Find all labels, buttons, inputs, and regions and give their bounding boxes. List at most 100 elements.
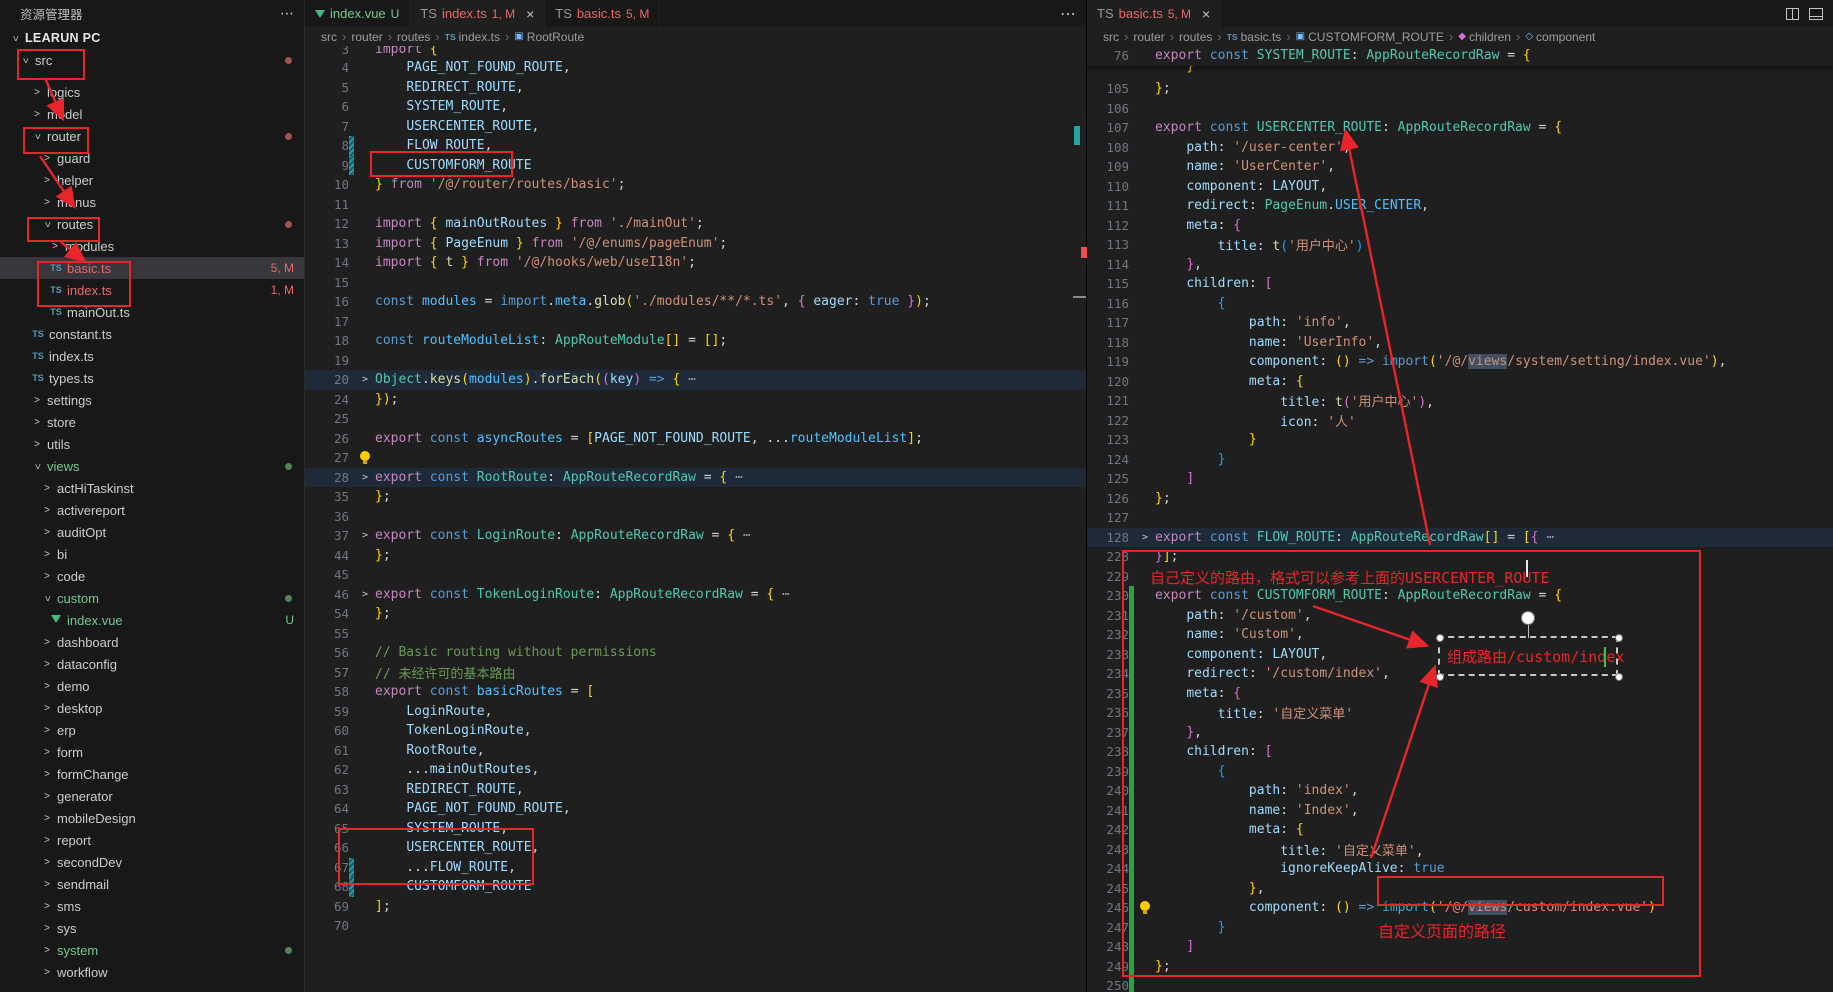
code-line-35[interactable]: 35};: [305, 487, 1086, 507]
sidebar-item-seconddev[interactable]: >secondDev: [0, 851, 304, 873]
code-line-10[interactable]: 10} from '/@/router/routes/basic';: [305, 175, 1086, 195]
code-line-107[interactable]: 107export const USERCENTER_ROUTE: AppRou…: [1087, 118, 1833, 138]
code-line-112[interactable]: 112 meta: {: [1087, 216, 1833, 236]
sidebar-item-erp[interactable]: >erp: [0, 719, 304, 741]
code-line-122[interactable]: 122 icon: '人': [1087, 411, 1833, 431]
code-line-26[interactable]: 26export const asyncRoutes = [PAGE_NOT_F…: [305, 429, 1086, 449]
sidebar-item-workflow[interactable]: >workflow: [0, 961, 304, 983]
editor-more-icon[interactable]: ⋯: [1060, 4, 1076, 24]
fold-icon[interactable]: >: [357, 472, 373, 483]
close-icon[interactable]: ×: [526, 6, 534, 22]
fold-icon[interactable]: >: [1137, 532, 1153, 543]
code-line-56[interactable]: 56// Basic routing without permissions: [305, 643, 1086, 663]
code-line-236[interactable]: 236 title: '自定义菜单': [1087, 703, 1833, 723]
code-line-67[interactable]: 67 ...FLOW_ROUTE,: [305, 858, 1086, 878]
code-line-116[interactable]: 116 {: [1087, 294, 1833, 314]
code-editor-index-ts[interactable]: 3import {4 PAGE_NOT_FOUND_ROUTE,5 REDIRE…: [305, 46, 1086, 936]
breadcrumb-item[interactable]: router: [351, 30, 382, 44]
code-line-68[interactable]: 68 CUSTOMFORM_ROUTE: [305, 877, 1086, 897]
code-line-58[interactable]: 58export const basicRoutes = [: [305, 682, 1086, 702]
code-line-124[interactable]: 124 }: [1087, 450, 1833, 470]
code-line-36[interactable]: 36: [305, 507, 1086, 527]
code-line-18[interactable]: 18const routeModuleList: AppRouteModule[…: [305, 331, 1086, 351]
code-line-117[interactable]: 117 path: 'info',: [1087, 313, 1833, 333]
sidebar-item-custom[interactable]: >custom: [0, 587, 304, 609]
breadcrumb-item[interactable]: src: [321, 30, 337, 44]
breadcrumb-item[interactable]: routes: [1179, 30, 1212, 44]
breadcrumb-item[interactable]: routes: [397, 30, 430, 44]
code-line-115[interactable]: 115 children: [: [1087, 274, 1833, 294]
fold-icon[interactable]: >: [357, 374, 373, 385]
sidebar-item-store[interactable]: >store: [0, 411, 304, 433]
code-line-119[interactable]: 119 component: () => import('/@/views/sy…: [1087, 352, 1833, 372]
sidebar-item-modules[interactable]: >modules: [0, 235, 304, 257]
lightbulb-icon[interactable]: [1140, 901, 1150, 911]
sidebar-item-code[interactable]: >code: [0, 565, 304, 587]
sidebar-item-index-ts[interactable]: TSindex.ts: [0, 345, 304, 367]
sidebar-item-activereport[interactable]: >activereport: [0, 499, 304, 521]
code-line-105[interactable]: 105};: [1087, 79, 1833, 99]
sidebar-item-guard[interactable]: >guard: [0, 147, 304, 169]
sidebar-item-dataconfig[interactable]: >dataconfig: [0, 653, 304, 675]
code-line-4[interactable]: 4 PAGE_NOT_FOUND_ROUTE,: [305, 58, 1086, 78]
code-line-109[interactable]: 109 name: 'UserCenter',: [1087, 157, 1833, 177]
breadcrumb-item[interactable]: CUSTOMFORM_ROUTE: [1308, 30, 1444, 44]
code-line-70[interactable]: 70: [305, 916, 1086, 936]
code-line-62[interactable]: 62 ...mainOutRoutes,: [305, 760, 1086, 780]
code-line-123[interactable]: 123 }: [1087, 430, 1833, 450]
toggle-panel-icon[interactable]: [1809, 8, 1823, 20]
sidebar-item-utils[interactable]: >utils: [0, 433, 304, 455]
sticky-scroll-line[interactable]: 76export const SYSTEM_ROUTE: AppRouteRec…: [1087, 46, 1833, 66]
code-line-24[interactable]: 24});: [305, 390, 1086, 410]
code-line-106[interactable]: 106: [1087, 99, 1833, 119]
sidebar-item-formchange[interactable]: >formChange: [0, 763, 304, 785]
sidebar-item-desktop[interactable]: >desktop: [0, 697, 304, 719]
sidebar-item-system[interactable]: >system: [0, 939, 304, 961]
code-line-7[interactable]: 7 USERCENTER_ROUTE,: [305, 117, 1086, 137]
sidebar-item-index-ts[interactable]: TSindex.ts1, M: [0, 279, 304, 301]
breadcrumb-item[interactable]: router: [1133, 30, 1164, 44]
sidebar-item-index-vue[interactable]: index.vueU: [0, 609, 304, 631]
code-line-241[interactable]: 241 name: 'Index',: [1087, 801, 1833, 821]
code-line-16[interactable]: 16const modules = import.meta.glob('./mo…: [305, 292, 1086, 312]
tab-basic-ts[interactable]: TSbasic.ts5, M: [545, 0, 660, 27]
sidebar-item-bi[interactable]: >bi: [0, 543, 304, 565]
sidebar-item-constant-ts[interactable]: TSconstant.ts: [0, 323, 304, 345]
code-line-247[interactable]: 247 }: [1087, 918, 1833, 938]
code-line-231[interactable]: 231 path: '/custom',: [1087, 606, 1833, 626]
sidebar-item-mainout-ts[interactable]: TSmainOut.ts: [0, 301, 304, 323]
sidebar-item-sms[interactable]: >sms: [0, 895, 304, 917]
code-line-28[interactable]: 28>export const RootRoute: AppRouteRecor…: [305, 468, 1086, 488]
breadcrumb-item[interactable]: RootRoute: [527, 30, 584, 44]
code-line-8[interactable]: 8 FLOW_ROUTE,: [305, 136, 1086, 156]
code-line-19[interactable]: 19: [305, 351, 1086, 371]
code-line-127[interactable]: 127: [1087, 508, 1833, 528]
code-line-242[interactable]: 242 meta: {: [1087, 820, 1833, 840]
sidebar-item-auditopt[interactable]: >auditOpt: [0, 521, 304, 543]
sidebar-item-learun-pc[interactable]: >LEARUN PC: [0, 27, 304, 49]
code-line-239[interactable]: 239 {: [1087, 762, 1833, 782]
code-line-128[interactable]: 128>export const FLOW_ROUTE: AppRouteRec…: [1087, 528, 1833, 548]
code-line-234[interactable]: 234 redirect: '/custom/index',: [1087, 664, 1833, 684]
tab-index-ts[interactable]: TSindex.ts1, M×: [410, 0, 545, 27]
close-icon[interactable]: ×: [1202, 6, 1210, 22]
sidebar-item-demo[interactable]: >demo: [0, 675, 304, 697]
code-line-111[interactable]: 111 redirect: PageEnum.USER_CENTER,: [1087, 196, 1833, 216]
code-line-243[interactable]: 243 title: '自定义菜单',: [1087, 840, 1833, 860]
code-line-230[interactable]: 230export const CUSTOMFORM_ROUTE: AppRou…: [1087, 586, 1833, 606]
code-line-27[interactable]: 27: [305, 448, 1086, 468]
sidebar-item-views[interactable]: >views: [0, 455, 304, 477]
sidebar-item-menus[interactable]: >menus: [0, 191, 304, 213]
sidebar-item-form[interactable]: >form: [0, 741, 304, 763]
code-line-248[interactable]: 248 ]: [1087, 937, 1833, 957]
code-line-244[interactable]: 244 ignoreKeepAlive: true: [1087, 859, 1833, 879]
code-line-65[interactable]: 65 SYSTEM_ROUTE,: [305, 819, 1086, 839]
code-line-228[interactable]: 228}];: [1087, 547, 1833, 567]
code-line-25[interactable]: 25: [305, 409, 1086, 429]
sidebar-item-types-ts[interactable]: TStypes.ts: [0, 367, 304, 389]
sidebar-item-sendmail[interactable]: >sendmail: [0, 873, 304, 895]
code-line-66[interactable]: 66 USERCENTER_ROUTE,: [305, 838, 1086, 858]
code-line-238[interactable]: 238 children: [: [1087, 742, 1833, 762]
code-line-118[interactable]: 118 name: 'UserInfo',: [1087, 333, 1833, 353]
sidebar-item-src[interactable]: >src: [0, 49, 304, 71]
